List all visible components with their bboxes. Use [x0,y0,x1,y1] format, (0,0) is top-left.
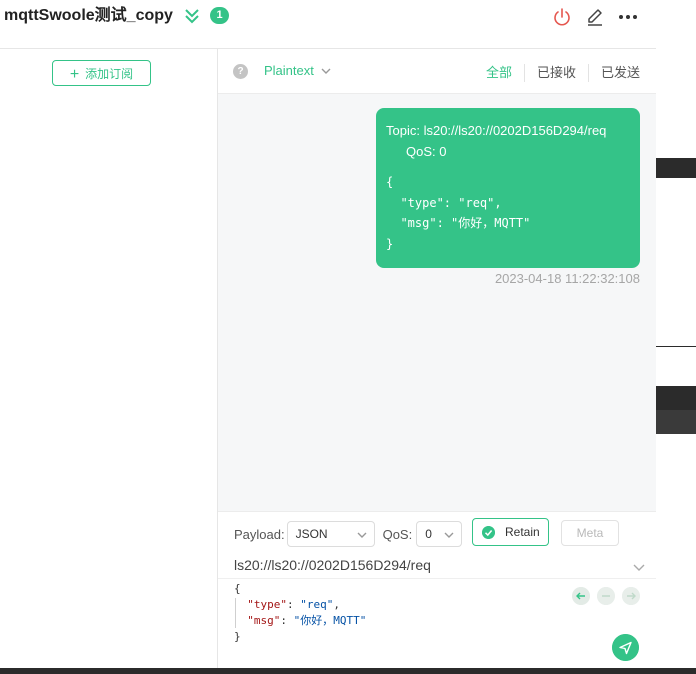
payload-line: { [386,175,394,189]
bottom-edge-bar [0,668,696,674]
mqtt-client-window: mqttSwoole测试_copy 1 + 添加订阅 ? Plaintext 全… [0,0,656,668]
background-strip [656,158,696,178]
editor-key-type: "type" [247,598,287,611]
payload-label: Payload: [234,526,285,542]
chevron-down-icon [444,532,454,538]
connection-header: mqttSwoole测试_copy 1 [0,0,656,49]
editor-value-msg: "你好，MQTT" [293,614,367,627]
payload-type-select[interactable]: JSON [286,521,375,547]
retain-toggle[interactable]: Retain [472,518,549,546]
topic-input[interactable]: ls20://ls20://0202D156D294/req [234,554,638,576]
editor-close-brace: } [234,630,241,643]
sent-message-bubble[interactable]: Topic: ls20://ls20://0202D156D294/req QoS… [376,108,640,268]
editor-value-type: "req" [300,598,334,611]
help-question-icon[interactable]: ? [233,64,248,79]
message-composer: Payload: JSON QoS: 0 Retain Meta ls20://… [218,511,656,668]
background-strip [656,386,696,410]
qos-select[interactable]: 0 [416,521,463,547]
unread-count-badge: 1 [210,7,229,24]
payload-line: "type": "req", [386,195,502,210]
message-filter-tabs: 全部 已接收 已发送 [474,64,640,82]
message-timestamp: 2023-04-18 11:22:32:108 [494,271,640,286]
check-circle-icon [482,526,495,539]
qos-label: QoS: [382,526,413,542]
history-forward-icon[interactable] [622,587,640,605]
publish-options-row: Payload: JSON QoS: 0 [234,520,463,548]
add-subscription-label: 添加订阅 [85,67,134,81]
history-back-icon[interactable] [572,587,590,605]
chevron-down-icon[interactable] [632,560,646,574]
send-message-icon[interactable] [612,634,639,661]
payload-line: "msg": "你好，MQTT" [386,216,531,230]
subscriptions-sidebar: + 添加订阅 [0,49,218,668]
plus-icon: + [69,66,80,83]
retain-label: Retain [505,525,540,539]
add-subscription-button[interactable]: + 添加订阅 [52,60,151,86]
payload-editor[interactable]: { "type": "req", "msg": "你好，MQTT" } [218,578,656,668]
payload-line: } [386,236,394,251]
editor-key-msg: "msg" [247,614,281,627]
message-qos: QoS: 0 [406,144,447,159]
background-strip [656,346,696,387]
qos-select-value: 0 [425,527,432,541]
filter-all-tab[interactable]: 全部 [474,64,524,82]
message-topic: Topic: ls20://ls20://0202D156D294/req [386,123,607,138]
chevron-down-icon [357,532,367,538]
filter-sent-tab[interactable]: 已发送 [587,64,640,82]
connection-name: mqttSwoole测试_copy [4,7,173,24]
background-window-edge [656,0,696,674]
chevron-down-icon[interactable] [320,65,332,77]
collapse-chevron-icon[interactable] [183,7,201,25]
history-current-icon[interactable] [597,587,615,605]
message-payload: { "type": "req", "msg": "你好，MQTT" } [386,172,630,254]
filter-received-tab[interactable]: 已接收 [523,64,588,82]
meta-button[interactable]: Meta [561,520,619,546]
payload-format-select[interactable]: Plaintext [264,62,314,80]
background-strip [656,410,696,434]
message-toolbar: ? Plaintext 全部 已接收 已发送 [218,49,656,94]
edit-pencil-icon[interactable] [585,7,605,27]
message-topic-line: Topic: ls20://ls20://0202D156D294/req QoS… [386,120,621,162]
disconnect-power-icon[interactable] [552,7,572,27]
payload-editor-text[interactable]: { "type": "req", "msg": "你好，MQTT" } [234,581,366,645]
payload-type-value: JSON [295,527,328,541]
editor-open-brace: { [234,582,241,595]
more-options-icon[interactable] [618,7,638,27]
message-panel: ? Plaintext 全部 已接收 已发送 Topic: ls20://ls2… [218,49,656,668]
